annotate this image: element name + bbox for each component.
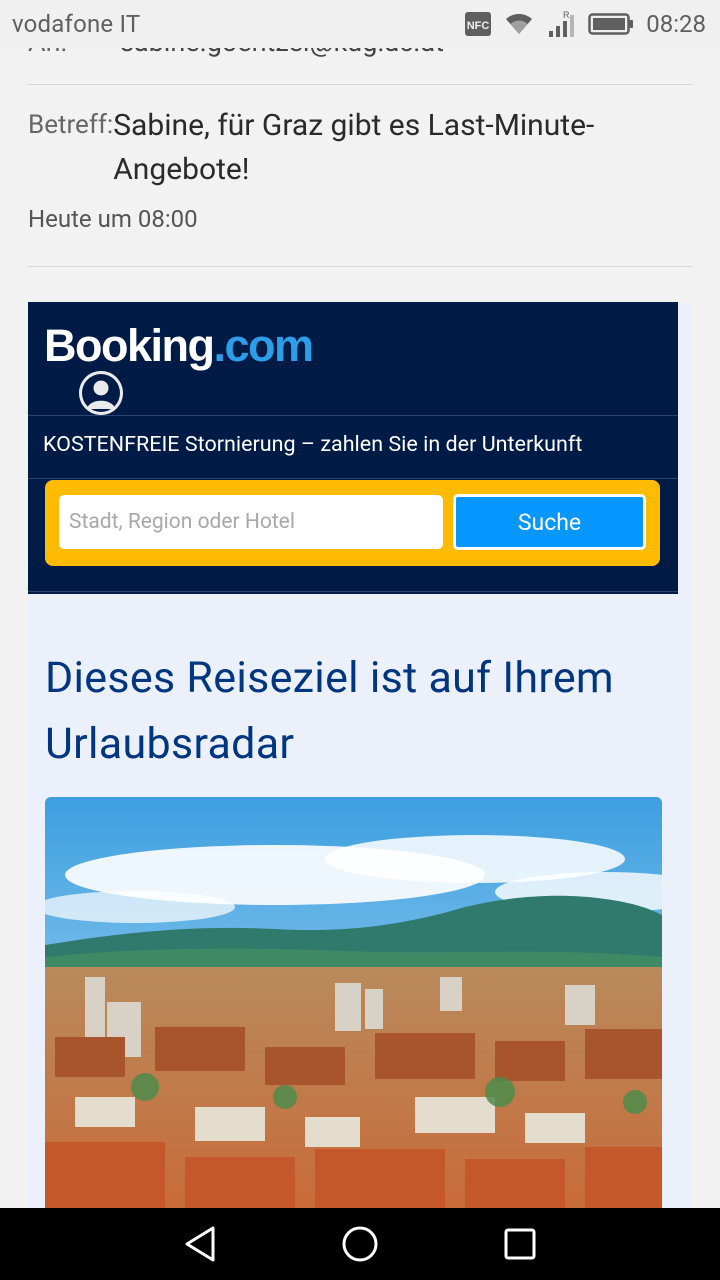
wifi-icon <box>506 13 533 34</box>
svg-text:NFC: NFC <box>467 20 490 32</box>
divider <box>28 84 692 85</box>
home-button[interactable] <box>330 1214 390 1274</box>
mail-date: Heute um 08:00 <box>28 205 198 233</box>
user-icon <box>79 371 123 415</box>
navigation-bar <box>0 1208 720 1280</box>
header-divider <box>28 478 678 479</box>
booking-header: Booking.com KOSTENFREIE Stornierung – za… <box>28 302 678 594</box>
mail-view[interactable]: An: sabine.goentzel@kug.ac.at Betreff: S… <box>0 48 720 1208</box>
graz-city-photo[interactable] <box>45 797 662 1208</box>
home-circle-icon <box>342 1226 378 1262</box>
subject-text: Sabine, für Graz gibt es Last-Minute-Ang… <box>113 108 595 187</box>
status-bar: vodafone IT NFC R 08:28 <box>0 0 720 48</box>
free-cancellation-banner[interactable]: KOSTENFREIE Stornierung – zahlen Sie in … <box>43 432 582 457</box>
back-triangle-icon <box>185 1226 215 1262</box>
svg-text:R: R <box>563 10 570 20</box>
search-panel: Suche <box>45 480 660 566</box>
clock: 08:28 <box>646 10 706 38</box>
search-button[interactable]: Suche <box>453 494 646 550</box>
destination-headline: Dieses Reiseziel ist auf Ihrem Urlaubsra… <box>45 653 614 769</box>
logo-main: Booking <box>44 320 215 371</box>
recipient-label: An: <box>28 48 120 76</box>
header-divider <box>28 415 678 416</box>
divider <box>28 266 692 267</box>
recents-button[interactable] <box>490 1214 550 1274</box>
header-divider <box>28 591 678 592</box>
recipient-address[interactable]: sabine.goentzel@kug.ac.at <box>120 48 444 76</box>
status-icons: NFC R 08:28 <box>464 9 706 39</box>
avatar[interactable] <box>79 371 123 415</box>
subject-row: Betreff: Sabine, für Graz gibt es Last-M… <box>28 104 680 192</box>
signal-icon: R <box>549 10 575 37</box>
carrier-name: vodafone IT <box>12 10 141 38</box>
logo-suffix: .com <box>213 320 314 371</box>
back-button[interactable] <box>170 1214 230 1274</box>
email-body: Booking.com KOSTENFREIE Stornierung – za… <box>28 302 692 1208</box>
destination-search-input[interactable] <box>59 495 443 549</box>
nfc-icon: NFC <box>465 12 492 36</box>
recipient-row: An: sabine.goentzel@kug.ac.at <box>28 48 692 76</box>
subject-label: Betreff: <box>28 110 114 140</box>
booking-logo[interactable]: Booking.com <box>44 320 314 372</box>
recents-square-icon <box>504 1228 536 1260</box>
battery-icon <box>588 13 634 35</box>
